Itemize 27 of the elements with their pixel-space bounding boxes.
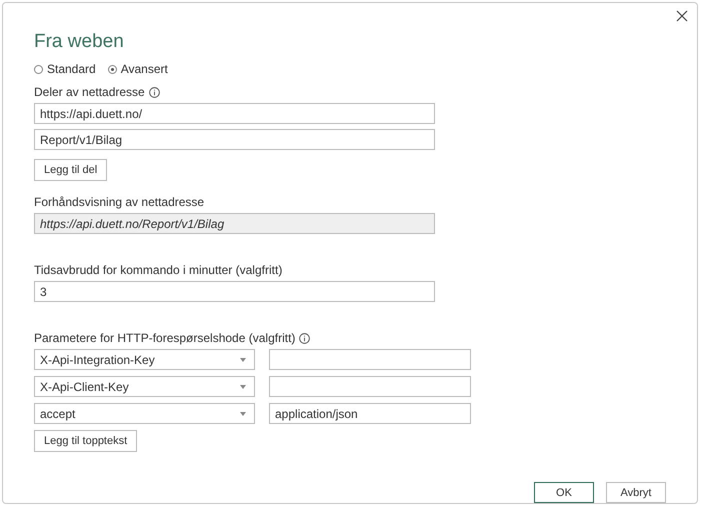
field-label: Deler av nettadresse (34, 85, 145, 99)
header-name-dropdown[interactable]: X-Api-Integration-Key (34, 349, 255, 370)
url-part-field[interactable]: https://api.duett.no/ (34, 103, 435, 124)
header-name-dropdown[interactable]: accept (34, 403, 255, 424)
header-value-field[interactable] (269, 376, 471, 397)
caret-icon (240, 384, 246, 388)
header-value-field[interactable] (269, 349, 471, 370)
field-label: Forhåndsvisning av nettadresse (34, 195, 204, 209)
url-part-field[interactable]: Report/v1/Bilag (34, 129, 435, 150)
info-icon (299, 332, 310, 344)
close-icon[interactable] (676, 10, 688, 22)
mode-radio[interactable]: Standard (34, 62, 96, 76)
field-label: Tidsavbrudd for kommando i minutter (valgfritt) (34, 263, 282, 277)
timeout-field[interactable]: 3 (34, 281, 435, 302)
dialog-button[interactable]: Avbryt (606, 482, 666, 503)
mode-radio[interactable]: Avansert (108, 62, 168, 76)
add-part-button[interactable]: Legg til del (34, 159, 108, 181)
caret-icon (240, 412, 246, 416)
add-header-button[interactable]: Legg til topptekst (34, 430, 138, 452)
info-icon (148, 86, 160, 98)
caret-icon (240, 358, 246, 362)
header-value-field[interactable]: application/json (269, 403, 471, 424)
field-label: Parametere for HTTP-forespørselshode (valgfritt) (34, 331, 296, 345)
dialog-button[interactable]: OK (534, 482, 594, 503)
header-name-dropdown[interactable]: X-Api-Client-Key (34, 376, 255, 397)
dialog-title: Fra weben (34, 31, 124, 53)
preview-field: https://api.duett.no/Report/v1/Bilag (34, 213, 435, 234)
